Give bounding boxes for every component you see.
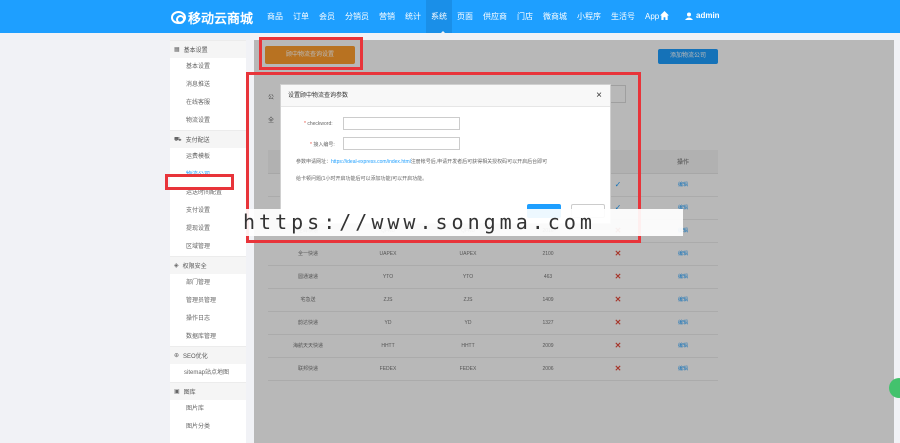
grid-icon: ▦ [174, 47, 180, 53]
watermark-url: https://www.songma.com [237, 209, 683, 236]
user-name: admin [696, 11, 720, 20]
image-icon: ▣ [174, 389, 180, 395]
sidebar-item-logistics-settings[interactable]: 物流设置 [170, 112, 246, 130]
sidebar-item-departments[interactable]: 部门管理 [170, 274, 246, 292]
nav-item-members[interactable]: 会员 [314, 0, 340, 33]
home-icon[interactable] [660, 11, 669, 20]
nav-item-marketing[interactable]: 营销 [374, 0, 400, 33]
sidebar-item-message-push[interactable]: 消息推送 [170, 76, 246, 94]
nav-item-mini-program[interactable]: 小程序 [572, 0, 606, 33]
sidebar-item-freight-template[interactable]: 运费模板 [170, 148, 246, 166]
nav-item-life-account[interactable]: 生活号 [606, 0, 640, 33]
sidebar-group-basic[interactable]: ▦ 基本设置 [170, 40, 246, 58]
nav-item-suppliers[interactable]: 供应商 [478, 0, 512, 33]
sidebar-item-image-category[interactable]: 图片分类 [170, 418, 246, 436]
nav-item-system[interactable]: 系统 [426, 0, 452, 33]
sidebar-group-security[interactable]: ◈ 权限安全 [170, 256, 246, 274]
sidebar-group-seo[interactable]: ⊕ SEO优化 [170, 346, 246, 364]
sidebar-item-sitemap[interactable]: sitemap站点地图 [170, 364, 246, 382]
globe-icon: ⊕ [174, 353, 180, 359]
sidebar-item-online-service[interactable]: 在线客服 [170, 94, 246, 112]
highlight-sidebar-logistics [165, 174, 234, 190]
user-icon [685, 12, 693, 20]
main-nav: 商品 订单 会员 分销员 营销 统计 系统 页面 供应商 门店 微商城 小程序 … [262, 0, 664, 33]
nav-item-stats[interactable]: 统计 [400, 0, 426, 33]
sidebar-item-payment-settings[interactable]: 支付设置 [170, 202, 246, 220]
sidebar: ▦ 基本设置 基本设置 消息推送 在线客服 物流设置 ⛟ 支付配送 运费模板 物流公… [170, 40, 246, 443]
truck-icon: ⛟ [174, 136, 182, 143]
sidebar-item-basic-settings[interactable]: 基本设置 [170, 58, 246, 76]
top-bar: 移动云商城 商品 订单 会员 分销员 营销 统计 系统 页面 供应商 门店 微商… [0, 0, 900, 33]
sidebar-item-region-management[interactable]: 区域管理 [170, 238, 246, 256]
highlight-settings-button [259, 37, 363, 70]
logo[interactable]: 移动云商城 [171, 8, 253, 27]
sidebar-item-operation-log[interactable]: 操作日志 [170, 310, 246, 328]
logo-text: 移动云商城 [188, 11, 254, 26]
sidebar-item-admins[interactable]: 管理员管理 [170, 292, 246, 310]
nav-item-stores[interactable]: 门店 [512, 0, 538, 33]
nav-item-orders[interactable]: 订单 [288, 0, 314, 33]
nav-item-wechat-mall[interactable]: 微商城 [538, 0, 572, 33]
sidebar-item-image-library[interactable]: 图片库 [170, 400, 246, 418]
user-menu[interactable]: admin [685, 11, 720, 20]
sidebar-group-gallery[interactable]: ▣ 图库 [170, 382, 246, 400]
sidebar-item-database[interactable]: 数据库管理 [170, 328, 246, 346]
shield-icon: ◈ [174, 263, 179, 269]
sidebar-group-payment[interactable]: ⛟ 支付配送 [170, 130, 246, 148]
sidebar-item-withdraw-settings[interactable]: 提现设置 [170, 220, 246, 238]
logo-icon [171, 11, 186, 24]
nav-item-distributors[interactable]: 分销员 [340, 0, 374, 33]
nav-item-pages[interactable]: 页面 [452, 0, 478, 33]
nav-item-goods[interactable]: 商品 [262, 0, 288, 33]
